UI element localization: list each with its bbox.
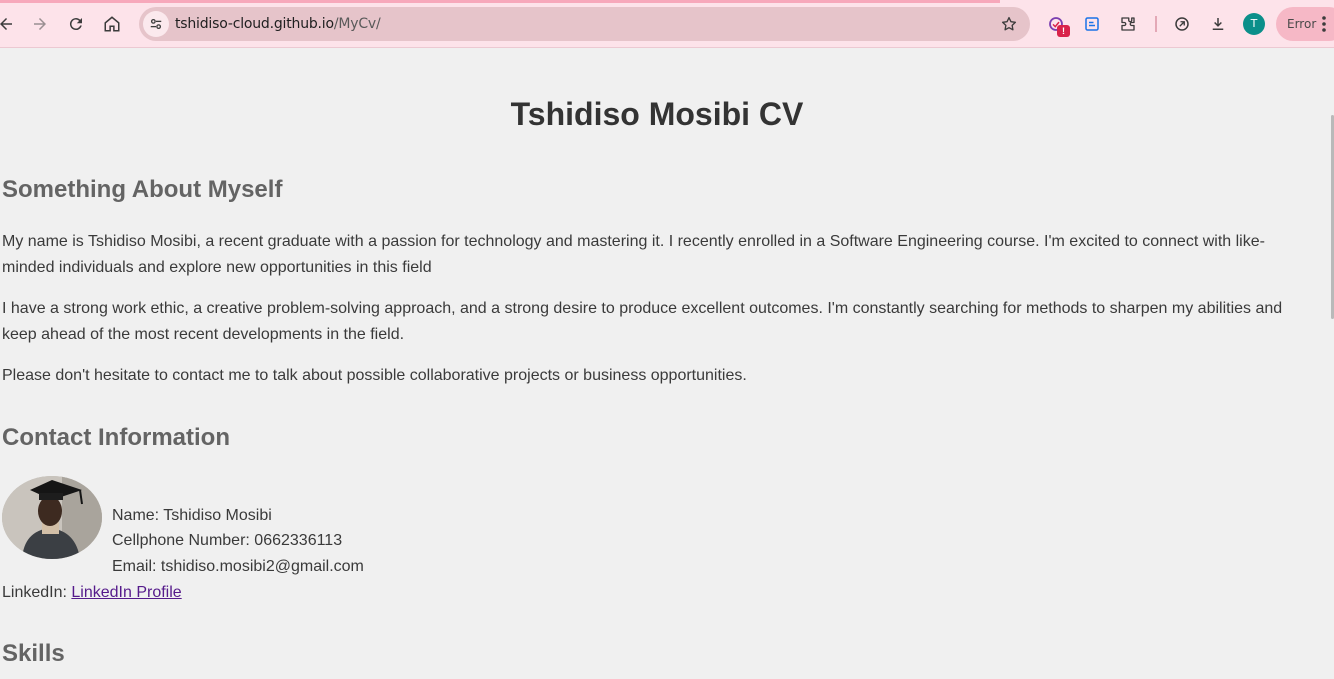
download-icon xyxy=(1212,18,1224,30)
home-button[interactable] xyxy=(98,10,126,38)
back-button[interactable] xyxy=(0,10,20,38)
bookmark-star-icon[interactable] xyxy=(1000,15,1018,33)
page-viewport: Tshidiso Mosibi CV Something About Mysel… xyxy=(0,49,1334,679)
home-icon xyxy=(104,16,120,32)
skills-heading: Skills xyxy=(2,640,65,667)
toolbar-separator xyxy=(1155,16,1157,32)
reload-button[interactable] xyxy=(62,10,90,38)
performance-button[interactable] xyxy=(1168,10,1196,38)
contact-cellphone: Cellphone Number: 0662336113 xyxy=(112,532,343,549)
arrow-left-icon xyxy=(0,18,12,30)
extension-error-badge: ! xyxy=(1057,25,1070,37)
linkedin-label: LinkedIn: xyxy=(2,584,72,601)
about-heading: Something About Myself xyxy=(2,176,283,203)
browser-toolbar: tshidiso-cloud.github.io/MyCv/ ! T Error xyxy=(0,0,1334,48)
profile-avatar-button[interactable]: T xyxy=(1243,13,1265,35)
arrow-right-icon xyxy=(34,18,46,30)
puzzle-icon xyxy=(1121,17,1135,31)
forward-button[interactable] xyxy=(26,10,54,38)
tab-strip-edge xyxy=(0,0,1000,3)
downloads-button[interactable] xyxy=(1204,10,1232,38)
url-path: /MyCv/ xyxy=(333,16,381,32)
page-title: Tshidiso Mosibi CV xyxy=(510,96,804,132)
contact-linkedin: LinkedIn: LinkedIn Profile xyxy=(2,584,182,602)
profile-photo xyxy=(2,476,102,559)
url-host: tshidiso-cloud.github.io xyxy=(175,16,334,32)
contact-email: Email: tshidiso.mosibi2@gmail.com xyxy=(112,558,364,575)
about-paragraph-2: I have a strong work ethic, a creative p… xyxy=(2,300,1283,343)
address-bar[interactable]: tshidiso-cloud.github.io/MyCv/ xyxy=(139,7,1030,41)
site-info-button[interactable] xyxy=(143,11,169,37)
leaf-speed-icon xyxy=(1175,17,1189,31)
contact-name: Name: Tshidiso Mosibi xyxy=(112,507,272,524)
linkedin-profile-link[interactable]: LinkedIn Profile xyxy=(71,584,181,601)
kebab-menu-icon[interactable] xyxy=(1320,14,1328,34)
tune-icon xyxy=(150,18,162,30)
extension-button-2[interactable] xyxy=(1078,10,1106,38)
translate-extension-icon xyxy=(1085,17,1099,31)
extensions-menu-button[interactable] xyxy=(1114,10,1142,38)
graduate-portrait-image xyxy=(2,476,102,559)
contact-heading: Contact Information xyxy=(2,424,230,451)
about-paragraph-3: Please don't hesitate to contact me to t… xyxy=(2,367,747,384)
about-paragraph-1: My name is Tshidiso Mosibi, a recent gra… xyxy=(2,233,1265,276)
url-text[interactable]: tshidiso-cloud.github.io/MyCv/ xyxy=(175,16,381,32)
reload-icon xyxy=(69,18,82,31)
